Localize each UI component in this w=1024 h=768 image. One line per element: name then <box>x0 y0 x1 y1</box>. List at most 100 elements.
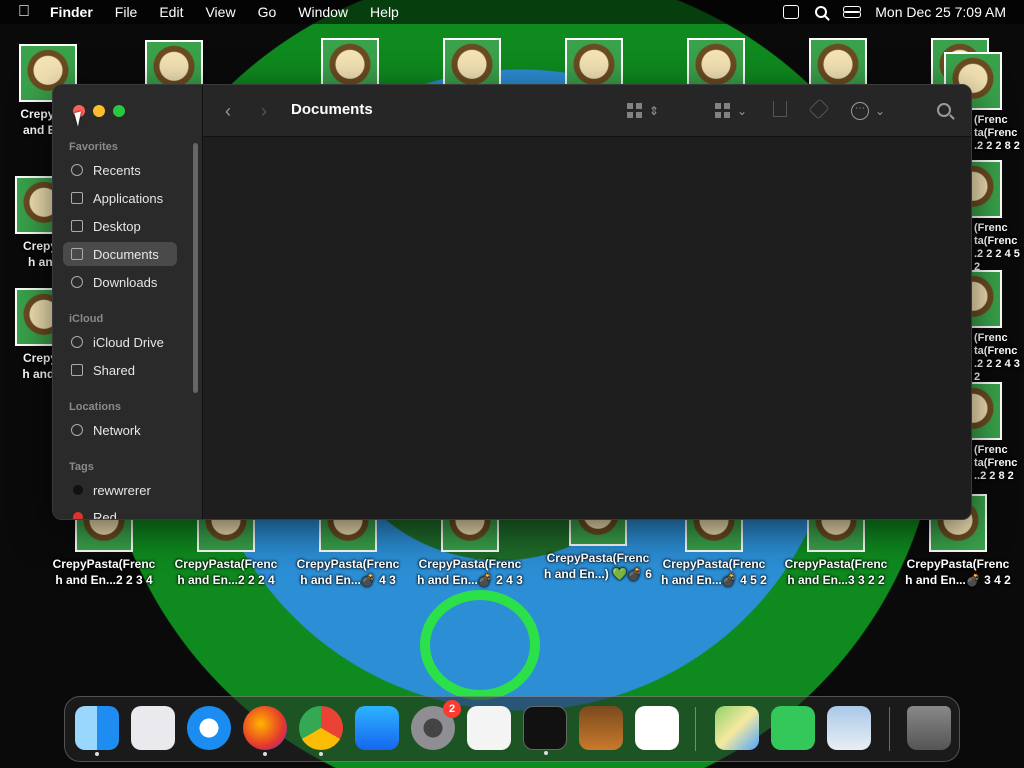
zoom-button[interactable] <box>113 105 125 117</box>
menu-edit[interactable]: Edit <box>159 4 183 20</box>
sidebar-item-label: rewwrerer <box>93 482 151 498</box>
sidebar-item-tag-rewwrerer[interactable]: rewwrerer <box>63 478 177 502</box>
running-indicator <box>263 752 267 756</box>
tag-icon[interactable] <box>808 98 830 120</box>
chrome-dock-icon[interactable] <box>299 706 343 756</box>
firefox-dock-icon[interactable] <box>243 706 287 756</box>
applications-icon <box>71 192 83 204</box>
group-by-icon[interactable] <box>715 103 731 119</box>
menu-file[interactable]: File <box>115 4 138 20</box>
launchpad-dock-icon[interactable] <box>131 706 175 750</box>
desktop-icon-label: ta(Frenc <box>974 345 1018 357</box>
sidebar-item-network[interactable]: Network <box>63 418 177 442</box>
vscode-dock-icon[interactable] <box>635 706 679 750</box>
desktop-icon-label: h and En...💣 2 4 3 <box>417 573 523 587</box>
menu-help[interactable]: Help <box>370 4 399 20</box>
menu-clock[interactable]: Mon Dec 25 7:09 AM <box>875 4 1006 20</box>
finder-sidebar: Favorites Recents Applications Desktop D… <box>53 85 203 519</box>
menu-go[interactable]: Go <box>258 4 277 20</box>
desktop-icon-label: h and En...💣 4 5 2 <box>661 573 767 587</box>
more-chevron-icon[interactable]: ⌄ <box>875 101 885 121</box>
sidebar-item-applications[interactable]: Applications <box>63 186 177 210</box>
forward-button[interactable]: › <box>261 101 267 121</box>
desktop-icon-label: (Frenc <box>974 114 1008 126</box>
shared-folder-icon <box>71 364 83 376</box>
desktop-icon-label: h and En...3 3 2 2 <box>787 573 885 587</box>
search-icon[interactable] <box>937 103 951 117</box>
sidebar-item-label: Red <box>93 509 117 520</box>
desktop-icon-label: CrepyPasta(Frenc <box>174 557 278 571</box>
apple-menu-icon[interactable]:  <box>18 3 30 21</box>
desktop-icon-label: CrepyPasta(Frenc <box>662 557 766 571</box>
finder-toolbar: ‹ › Documents ⇕ ⌄ ⋯ ⌄ <box>203 85 971 137</box>
sidebar-section-locations: Locations <box>69 401 121 413</box>
sidebar-item-label: Applications <box>93 190 164 206</box>
finder-window: Favorites Recents Applications Desktop D… <box>52 84 972 520</box>
running-indicator <box>319 752 323 756</box>
desktop-icon-label: CrepyPasta(Frenc <box>418 557 522 571</box>
sidebar-item-documents[interactable]: Documents <box>63 242 177 266</box>
clock-icon <box>71 164 83 176</box>
spotlight-search-icon[interactable] <box>815 6 828 18</box>
dock: 2 <box>64 696 960 762</box>
garageband-dock-icon[interactable] <box>579 706 623 750</box>
dock-separator <box>695 707 696 751</box>
safari-dock-icon[interactable] <box>187 706 231 750</box>
sidebar-item-label: Network <box>93 422 141 438</box>
desktop-icon-label: h and En...2 2 3 4 <box>55 573 153 587</box>
desktop-icon-label: (Frenc <box>974 444 1008 456</box>
sidebar-item-icloud-drive[interactable]: iCloud Drive <box>63 330 177 354</box>
view-chevron-icon[interactable]: ⇕ <box>649 101 659 121</box>
wallpaper-decoration <box>420 590 540 700</box>
desktop-icon-label: CrepyPasta(Frenc <box>906 557 1010 571</box>
desktop-icon-label: CrepyPasta(Frenc <box>52 557 156 571</box>
document-icon <box>71 248 83 260</box>
group-chevron-icon[interactable]: ⌄ <box>737 101 747 121</box>
finder-dock-icon[interactable] <box>75 706 119 756</box>
sidebar-section-favorites: Favorites <box>69 141 118 153</box>
sidebar-item-label: Downloads <box>93 274 158 290</box>
download-icon <box>71 276 83 288</box>
desktop-icon-label: .2 2 2 8 2 <box>974 140 1020 152</box>
terminal-dock-icon[interactable] <box>523 706 567 755</box>
sidebar-item-desktop[interactable]: Desktop <box>63 214 177 238</box>
file-list-area[interactable] <box>203 137 971 519</box>
sidebar-section-tags: Tags <box>69 461 94 473</box>
textedit-dock-icon[interactable] <box>467 706 511 750</box>
preview-dock-icon[interactable] <box>827 706 871 750</box>
maps-dock-icon[interactable] <box>715 706 759 750</box>
control-center-icon[interactable] <box>843 6 862 18</box>
sidebar-item-downloads[interactable]: Downloads <box>63 270 177 294</box>
menu-bar:  Finder File Edit View Go Window Help M… <box>0 0 1024 24</box>
app-store-dock-icon[interactable] <box>355 706 399 750</box>
tag-dot-icon <box>73 485 83 495</box>
app-menu-finder[interactable]: Finder <box>50 4 93 20</box>
notification-badge: 2 <box>443 700 461 718</box>
desktop-icon-label: h and En...💣 4 3 <box>300 573 396 587</box>
menu-window[interactable]: Window <box>298 4 348 20</box>
sidebar-scrollbar[interactable] <box>193 143 198 393</box>
view-grid-icon[interactable] <box>627 103 643 119</box>
desktop-icon-label: CrepyPasta(Frenc <box>546 551 650 565</box>
desktop-icon-label: ta(Frenc <box>974 127 1018 139</box>
desktop-icon-label: h and En...) 💚💣 6 <box>544 567 652 581</box>
sidebar-item-tag-red[interactable]: Red <box>63 505 177 520</box>
messages-dock-icon[interactable] <box>771 706 815 750</box>
back-button[interactable]: ‹ <box>225 101 231 121</box>
desktop-icon <box>71 220 83 232</box>
globe-icon <box>71 424 83 436</box>
desktop-icon-label: .2 2 2 4 3 2 <box>974 358 1020 383</box>
trash-dock-icon[interactable] <box>907 706 951 750</box>
tag-dot-icon <box>73 512 83 519</box>
menu-view[interactable]: View <box>205 4 235 20</box>
desktop-icon-label: CrepyPasta(Frenc <box>296 557 400 571</box>
screen-mirroring-icon[interactable] <box>783 5 800 19</box>
desktop-icon-label: ta(Frenc <box>974 457 1018 469</box>
share-icon[interactable] <box>773 101 787 117</box>
more-actions-icon[interactable]: ⋯ <box>851 102 869 120</box>
sidebar-item-label: Shared <box>93 362 135 378</box>
sidebar-item-shared[interactable]: Shared <box>63 358 177 382</box>
minimize-button[interactable] <box>93 105 105 117</box>
sidebar-item-recents[interactable]: Recents <box>63 158 177 182</box>
system-settings-dock-icon[interactable]: 2 <box>411 700 461 750</box>
